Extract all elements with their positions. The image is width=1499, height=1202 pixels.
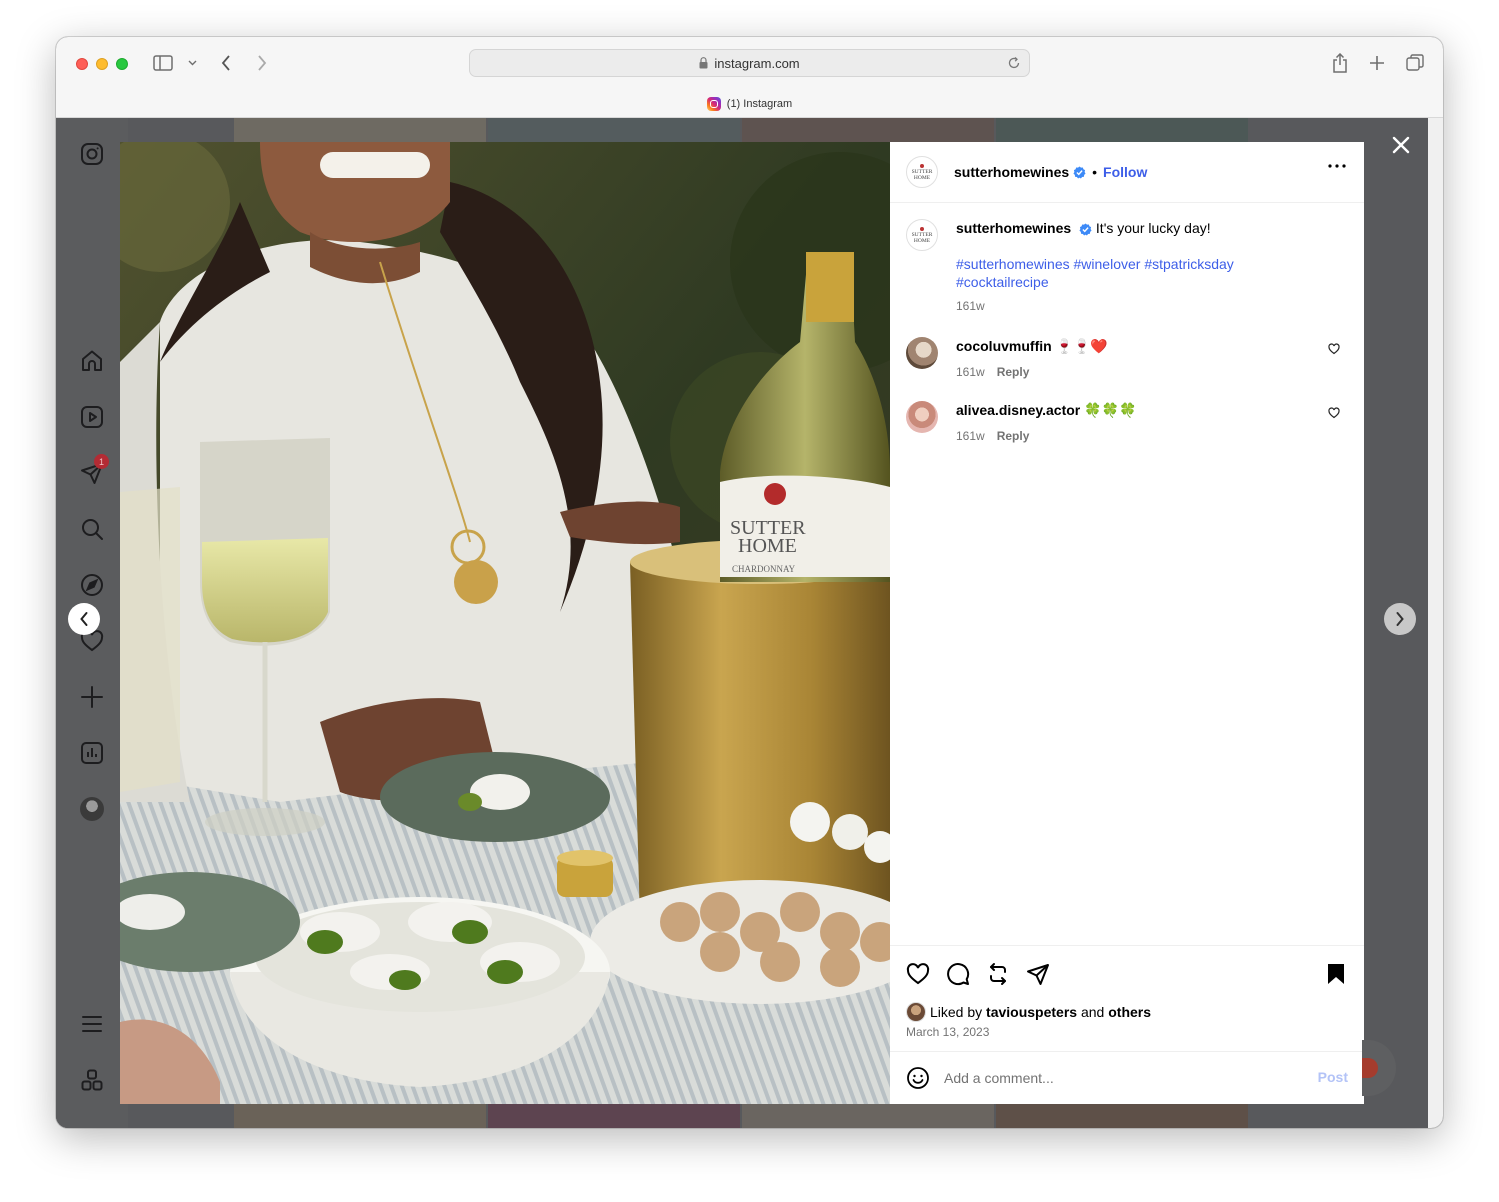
close-icon[interactable] xyxy=(1388,132,1414,158)
separator-dot: • xyxy=(1092,164,1098,180)
author-avatar[interactable]: SUTTER HOME xyxy=(906,156,938,188)
browser-titlebar: instagram.com (1) Instagram xyxy=(56,37,1443,118)
feed-tile xyxy=(742,1104,994,1128)
comment-bubble-icon[interactable] xyxy=(946,962,970,986)
next-post-button[interactable] xyxy=(1384,603,1416,635)
notification-badge: 1 xyxy=(94,454,109,469)
verified-badge-icon xyxy=(1079,223,1092,236)
post-photo[interactable]: SUTTER HOME CHARDONNAY xyxy=(120,142,890,1104)
like-heart-icon[interactable] xyxy=(906,962,930,986)
minimize-window-button[interactable] xyxy=(96,58,108,70)
comment-item: alivea.disney.actor 🍀🍀🍀 161w Reply xyxy=(906,401,1348,445)
feed-tile xyxy=(488,1104,740,1128)
caption-hashtags[interactable]: #sutterhomewines #winelover #stpatricksd… xyxy=(956,255,1266,291)
comment-input[interactable] xyxy=(944,1070,1284,1086)
reply-button[interactable]: Reply xyxy=(997,429,1030,443)
also-from-meta-icon[interactable] xyxy=(78,1066,106,1094)
reload-icon[interactable] xyxy=(1007,56,1021,70)
reels-icon[interactable] xyxy=(78,403,106,431)
feed-tile xyxy=(996,1104,1248,1128)
instagram-logo-icon[interactable] xyxy=(78,140,106,168)
explore-icon[interactable] xyxy=(78,571,106,599)
comment-text: 🍀🍀🍀 xyxy=(1084,402,1137,418)
post-details-panel: SUTTER HOME sutterhomewines • Follow SUT… xyxy=(890,142,1364,1104)
like-comment-heart-icon[interactable] xyxy=(1328,343,1340,355)
url-text: instagram.com xyxy=(714,55,800,71)
caption-time[interactable]: 161w xyxy=(956,299,985,313)
comment-time[interactable]: 161w xyxy=(956,365,985,379)
caption: SUTTER HOME sutterhomewines It's your lu… xyxy=(906,219,1348,315)
caption-text: It's your lucky day! xyxy=(1095,220,1211,236)
search-icon[interactable] xyxy=(78,515,106,543)
tab-instagram[interactable]: (1) Instagram xyxy=(56,93,1443,115)
comment-body: cocoluvmuffin 🍷🍷❤️ 161w Reply xyxy=(956,337,1336,381)
more-options-icon[interactable] xyxy=(1328,164,1346,168)
feed-tile xyxy=(996,118,1248,142)
page-scrollbar[interactable] xyxy=(1428,118,1443,1128)
messages-bubble[interactable] xyxy=(1362,1040,1396,1096)
liker-avatar[interactable] xyxy=(906,1002,926,1022)
menu-icon[interactable] xyxy=(78,1010,106,1038)
comment-username[interactable]: cocoluvmuffin xyxy=(956,338,1052,354)
forward-arrow-icon[interactable] xyxy=(254,53,270,73)
likes-summary: Liked by taviouspeters and others xyxy=(906,1002,1151,1022)
tab-overview-icon[interactable] xyxy=(1404,53,1426,73)
follow-button[interactable]: Follow xyxy=(1103,164,1147,180)
verified-badge-icon xyxy=(1073,165,1086,179)
instagram-favicon-icon xyxy=(706,97,721,111)
sidebar-toggle-icon[interactable] xyxy=(152,53,174,73)
insights-icon[interactable] xyxy=(78,739,106,767)
caption-avatar[interactable]: SUTTER HOME xyxy=(906,219,938,251)
comment-time[interactable]: 161w xyxy=(956,429,985,443)
profile-avatar[interactable] xyxy=(78,795,106,823)
home-icon[interactable] xyxy=(78,347,106,375)
comment-text: 🍷🍷❤️ xyxy=(1055,338,1108,354)
address-bar[interactable]: instagram.com xyxy=(469,49,1030,77)
author-username[interactable]: sutterhomewines xyxy=(954,164,1069,180)
commenter-avatar[interactable] xyxy=(906,337,938,369)
tab-title: (1) Instagram xyxy=(726,98,793,110)
share-icon[interactable] xyxy=(1330,51,1350,75)
post-comment-button[interactable]: Post xyxy=(1318,1069,1348,1085)
bottle-label-line2: HOME xyxy=(738,535,797,557)
caption-body: sutterhomewines It's your lucky day! #su… xyxy=(956,219,1336,315)
likes-prefix: Liked by xyxy=(930,1004,983,1020)
comment-body: alivea.disney.actor 🍀🍀🍀 161w Reply xyxy=(956,401,1336,445)
close-window-button[interactable] xyxy=(76,58,88,70)
likes-conjunction: and xyxy=(1080,1004,1105,1020)
zoom-window-button[interactable] xyxy=(116,58,128,70)
comment-username[interactable]: alivea.disney.actor xyxy=(956,402,1080,418)
post-actions: Liked by taviouspeters and others March … xyxy=(890,945,1364,1051)
lock-icon xyxy=(699,57,708,69)
chevron-down-icon[interactable] xyxy=(186,57,198,69)
previous-post-button[interactable] xyxy=(68,603,100,635)
comments-list: SUTTER HOME sutterhomewines It's your lu… xyxy=(890,203,1364,945)
create-plus-icon[interactable] xyxy=(78,683,106,711)
caption-username[interactable]: sutterhomewines xyxy=(956,220,1071,236)
browser-window: instagram.com (1) Instagram 1 SUTTER HOM… xyxy=(56,37,1443,1128)
like-comment-heart-icon[interactable] xyxy=(1328,407,1340,419)
direct-messages-icon[interactable]: 1 xyxy=(78,454,109,487)
feed-tile xyxy=(488,118,740,142)
commenter-avatar[interactable] xyxy=(906,401,938,433)
bottle-variety: CHARDONNAY xyxy=(732,564,796,574)
likes-others-link[interactable]: others xyxy=(1108,1004,1151,1020)
emoji-picker-icon[interactable] xyxy=(906,1066,930,1090)
post-date[interactable]: March 13, 2023 xyxy=(906,1025,989,1039)
reply-button[interactable]: Reply xyxy=(997,365,1030,379)
feed-tile xyxy=(742,118,994,142)
save-bookmark-icon[interactable] xyxy=(1324,962,1348,986)
back-arrow-icon[interactable] xyxy=(218,53,234,73)
liker-username[interactable]: taviouspeters xyxy=(986,1004,1077,1020)
feed-tile xyxy=(234,118,486,142)
add-comment-bar: Post xyxy=(890,1051,1364,1104)
post-header: SUTTER HOME sutterhomewines • Follow xyxy=(890,142,1364,203)
comment-item: cocoluvmuffin 🍷🍷❤️ 161w Reply xyxy=(906,337,1348,381)
new-tab-icon[interactable] xyxy=(1367,53,1387,73)
repost-icon[interactable] xyxy=(986,962,1010,986)
page-content: 1 SUTTER HOME CHARDONNAY SUTTER HOME sut… xyxy=(56,118,1428,1128)
feed-tile xyxy=(234,1104,486,1128)
share-send-icon[interactable] xyxy=(1026,962,1050,986)
